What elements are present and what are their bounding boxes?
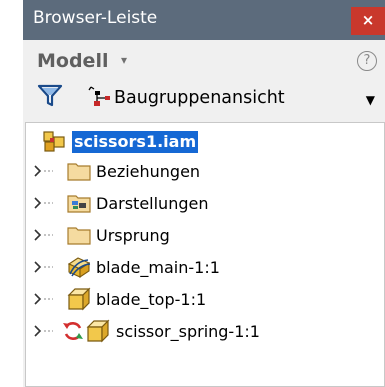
tree-node-label: Darstellungen: [96, 194, 209, 213]
model-tree: scissors1.iam Beziehungen Darstellungen …: [25, 122, 385, 387]
tree-node-label: Ursprung: [96, 226, 170, 245]
expand-arrow-icon[interactable]: [32, 195, 56, 211]
tree-root-label[interactable]: scissors1.iam: [72, 131, 199, 153]
tree-root-row[interactable]: scissors1.iam: [26, 123, 384, 155]
folder-icon: [67, 163, 91, 181]
close-button[interactable]: ×: [351, 7, 385, 35]
flexible-part-icon: [67, 257, 91, 279]
close-icon: ×: [361, 11, 375, 29]
tree-node-label: blade_top-1:1: [96, 290, 207, 309]
expand-arrow-icon[interactable]: [32, 163, 56, 179]
tree-node-label: scissor_spring-1:1: [116, 322, 260, 341]
tree-node-label: Beziehungen: [96, 162, 201, 181]
help-icon: ?: [363, 53, 371, 68]
filter-button[interactable]: [37, 84, 63, 108]
expand-arrow-icon[interactable]: [32, 323, 56, 339]
tree-node-scissor-spring[interactable]: scissor_spring-1:1: [26, 315, 384, 347]
title-bar[interactable]: Browser-Leiste ×: [23, 0, 385, 40]
tree-node-darstellungen[interactable]: Darstellungen: [26, 187, 384, 219]
folder-icon: [67, 227, 91, 245]
expand-arrow-icon[interactable]: [32, 259, 56, 275]
tree-node-blade-main[interactable]: blade_main-1:1: [26, 251, 384, 283]
part-icon: [86, 319, 110, 343]
assembly-icon: [43, 131, 65, 152]
browser-toolbar: Modell ▾ ? Baugruppenansicht ▼: [23, 40, 385, 120]
expand-arrow-icon[interactable]: [32, 227, 56, 243]
mode-dropdown-caret-icon[interactable]: ▾: [121, 53, 127, 67]
help-button[interactable]: ?: [357, 51, 377, 71]
part-icon: [67, 287, 91, 311]
representations-folder-icon: [67, 195, 91, 213]
funnel-icon: [37, 84, 63, 107]
assembly-view-icon[interactable]: [83, 84, 113, 108]
tree-node-label: blade_main-1:1: [96, 258, 220, 277]
relationship-icon: [63, 322, 83, 340]
panel-title: Browser-Leiste: [33, 8, 158, 28]
tree-node-ursprung[interactable]: Ursprung: [26, 219, 384, 251]
mode-dropdown[interactable]: Modell: [37, 50, 108, 72]
tree-node-blade-top[interactable]: blade_top-1:1: [26, 283, 384, 315]
browser-panel: Browser-Leiste × Modell ▾ ? Baugruppenan…: [23, 0, 385, 387]
expand-arrow-icon[interactable]: [32, 291, 56, 307]
view-selector[interactable]: Baugruppenansicht: [114, 88, 285, 108]
tree-node-beziehungen[interactable]: Beziehungen: [26, 155, 384, 187]
view-selector-caret-icon[interactable]: ▼: [366, 93, 375, 107]
